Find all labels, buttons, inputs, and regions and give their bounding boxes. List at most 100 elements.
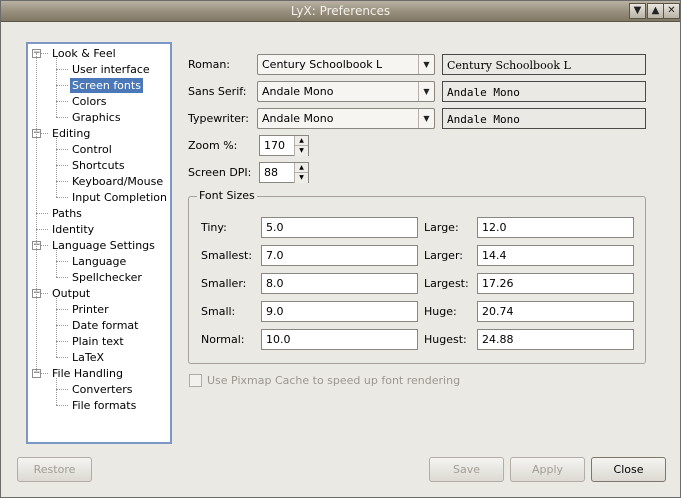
zoom-value: 170 — [264, 139, 285, 152]
zoom-spinbox[interactable]: 170 ▲ ▼ — [259, 135, 309, 156]
tiny-label: Tiny: — [201, 221, 227, 234]
spin-down-icon[interactable]: ▼ — [294, 173, 308, 183]
tree-connector — [56, 357, 68, 358]
tree-item-screen-fonts[interactable]: Screen fonts — [70, 78, 143, 93]
larger-size-input[interactable]: 14.4 — [477, 245, 634, 266]
smaller-label: Smaller: — [201, 277, 247, 290]
tree-connector — [36, 213, 48, 214]
tree-item-input-completion[interactable]: Input Completion — [70, 190, 169, 205]
tree-branch-line — [56, 250, 57, 277]
hugest-size-input[interactable]: 24.88 — [477, 329, 634, 350]
roman-font-preview: Century Schoolbook L — [442, 54, 646, 75]
tree-connector — [36, 229, 48, 230]
apply-button[interactable]: Apply — [510, 457, 585, 482]
typewriter-label: Typewriter: — [188, 112, 249, 125]
large-size-input[interactable]: 12.0 — [477, 217, 634, 238]
tree-branch-line — [56, 138, 57, 197]
tree-connector — [56, 405, 68, 406]
tree-item-language-settings[interactable]: Language Settings — [50, 238, 157, 253]
tree-trunk-line — [36, 53, 37, 373]
small-size-input[interactable]: 9.0 — [261, 301, 418, 322]
smallest-size-input[interactable]: 7.0 — [261, 245, 418, 266]
spin-down-icon[interactable]: ▼ — [294, 146, 308, 156]
tree-item-look-feel[interactable]: Look & Feel — [50, 46, 118, 61]
tree-connector — [56, 101, 68, 102]
tree-branch-line — [56, 298, 57, 357]
tree-item-control[interactable]: Control — [70, 142, 114, 157]
tree-item-identity[interactable]: Identity — [50, 222, 96, 237]
normal-size-input[interactable]: 10.0 — [261, 329, 418, 350]
tree-connector — [56, 341, 68, 342]
small-label: Small: — [201, 305, 236, 318]
tree-item-plain-text[interactable]: Plain text — [70, 334, 126, 349]
sans-serif-label: Sans Serif: — [188, 85, 247, 98]
chevron-down-icon[interactable]: ▼ — [418, 55, 434, 74]
tree-item-user-interface[interactable]: User interface — [70, 62, 152, 77]
sans-serif-font-combo[interactable]: Andale Mono ▼ — [257, 81, 435, 102]
huge-label: Huge: — [424, 305, 457, 318]
screen-dpi-value: 88 — [264, 166, 278, 179]
spin-up-icon[interactable]: ▲ — [294, 136, 308, 146]
tree-connector — [56, 277, 68, 278]
larger-label: Larger: — [424, 249, 463, 262]
tree-item-paths[interactable]: Paths — [50, 206, 84, 221]
tree-item-colors[interactable]: Colors — [70, 94, 108, 109]
tree-connector — [56, 309, 68, 310]
close-button[interactable]: Close — [591, 457, 666, 482]
restore-button[interactable]: Restore — [17, 457, 92, 482]
tree-item-printer[interactable]: Printer — [70, 302, 111, 317]
tree-connector — [56, 325, 68, 326]
tree-item-shortcuts[interactable]: Shortcuts — [70, 158, 127, 173]
save-button[interactable]: Save — [429, 457, 504, 482]
tree-item-keyboard-mouse[interactable]: Keyboard/Mouse — [70, 174, 165, 189]
tree-connector — [56, 149, 68, 150]
dialog-body: Look & Feel − User interface Screen fonts Co… — [2, 23, 679, 497]
tiny-size-input[interactable]: 5.0 — [261, 217, 418, 238]
largest-size-input[interactable]: 17.26 — [477, 273, 634, 294]
chevron-down-icon[interactable]: ▼ — [418, 82, 434, 101]
window-title: LyX: Preferences — [290, 4, 391, 18]
typewriter-font-combo[interactable]: Andale Mono ▼ — [257, 108, 435, 129]
smallest-label: Smallest: — [201, 249, 253, 262]
title-bar[interactable]: LyX: Preferences ▼ ▲ ✕ — [1, 1, 680, 22]
tree-item-language[interactable]: Language — [70, 254, 128, 269]
huge-size-input[interactable]: 20.74 — [477, 301, 634, 322]
typewriter-font-value: Andale Mono — [262, 112, 334, 125]
tree-item-graphics[interactable]: Graphics — [70, 110, 123, 125]
tree-branch-line — [56, 378, 57, 405]
pixmap-cache-label: Use Pixmap Cache to speed up font render… — [207, 374, 461, 387]
tree-connector — [56, 165, 68, 166]
sans-serif-font-value: Andale Mono — [262, 85, 334, 98]
window-menu-button[interactable]: ▼ — [629, 3, 646, 19]
tree-connector — [56, 197, 68, 198]
zoom-label: Zoom %: — [188, 139, 238, 152]
tree-item-converters[interactable]: Converters — [70, 382, 135, 397]
chevron-down-icon[interactable]: ▼ — [418, 109, 434, 128]
tree-connector — [56, 85, 68, 86]
roman-font-value: Century Schoolbook L — [262, 58, 383, 71]
font-sizes-title: Font Sizes — [197, 189, 257, 202]
tree-connector — [56, 181, 68, 182]
pixmap-cache-checkbox[interactable] — [189, 374, 202, 387]
typewriter-font-preview: Andale Mono — [442, 108, 646, 129]
tree-connector — [56, 117, 68, 118]
normal-label: Normal: — [201, 333, 245, 346]
roman-font-combo[interactable]: Century Schoolbook L ▼ — [257, 54, 435, 75]
tree-branch-line — [56, 58, 57, 117]
preferences-tree[interactable]: Look & Feel − User interface Screen fonts Co… — [26, 42, 172, 444]
window-shade-button[interactable]: ▲ — [647, 3, 664, 19]
window-close-button[interactable]: ✕ — [663, 3, 680, 19]
smaller-size-input[interactable]: 8.0 — [261, 273, 418, 294]
screen-dpi-spinbox[interactable]: 88 ▲ ▼ — [259, 162, 309, 183]
tree-item-latex[interactable]: LaTeX — [70, 350, 106, 365]
spin-up-icon[interactable]: ▲ — [294, 163, 308, 173]
tree-item-file-handling[interactable]: File Handling — [50, 366, 125, 381]
tree-item-spellchecker[interactable]: Spellchecker — [70, 270, 144, 285]
roman-label: Roman: — [188, 58, 231, 71]
tree-connector — [56, 261, 68, 262]
tree-item-file-formats[interactable]: File formats — [70, 398, 138, 413]
tree-connector — [56, 389, 68, 390]
preferences-window: LyX: Preferences ▼ ▲ ✕ Look & Feel − User … — [0, 0, 681, 498]
tree-item-date-format[interactable]: Date format — [70, 318, 141, 333]
tree-connector — [56, 69, 68, 70]
